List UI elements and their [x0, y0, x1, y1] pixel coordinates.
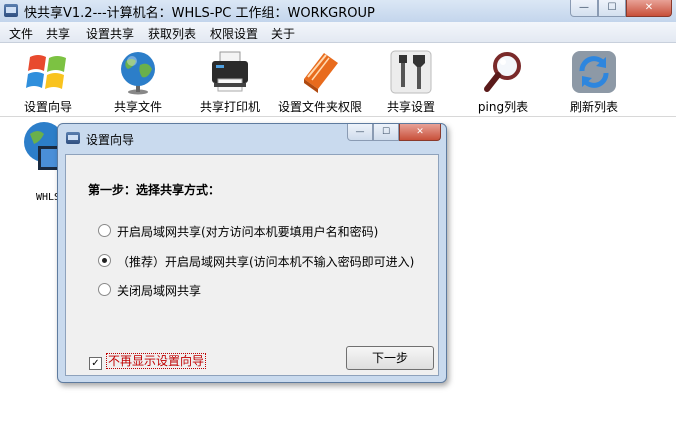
minimize-button[interactable]: —	[570, 0, 598, 17]
menu-about[interactable]: 关于	[271, 25, 295, 42]
option-label: 开启局域网共享(对方访问本机要填用户名和密码)	[117, 225, 379, 239]
dialog-close-button[interactable]: ✕	[399, 124, 441, 141]
menu-bar: 文件 共享 设置共享 获取列表 权限设置 关于	[0, 22, 676, 43]
menu-file[interactable]: 文件	[9, 25, 33, 42]
toolbar-label: 设置向导	[23, 100, 72, 114]
share-files-button[interactable]: 共享文件	[98, 47, 178, 114]
magnifier-icon	[484, 52, 521, 92]
menu-share[interactable]: 共享	[46, 25, 70, 42]
menu-permissions[interactable]: 权限设置	[210, 25, 258, 42]
option-disable-share[interactable]: 关闭局域网共享	[98, 282, 201, 299]
globe-icon	[121, 52, 155, 95]
window-controls: — ☐ ✕	[570, 0, 672, 18]
share-printer-button[interactable]: 共享打印机	[190, 47, 270, 114]
windows-logo-icon	[26, 55, 66, 89]
option-share-no-password[interactable]: （推荐）开启局域网共享(访问本机不输入密码即可进入)	[98, 253, 414, 270]
close-button[interactable]: ✕	[626, 0, 672, 17]
share-settings-button[interactable]: 共享设置	[371, 47, 451, 114]
printer-icon	[212, 51, 248, 92]
window-title: 快共享V1.2---计算机名：WHLS-PC 工作组：WORKGROUP	[24, 6, 375, 21]
dont-show-again-row[interactable]: ✓ 不再显示设置向导	[89, 352, 207, 370]
radio-button[interactable]	[98, 283, 111, 296]
toolbar-label: 共享设置	[386, 100, 435, 114]
step-title: 第一步：选择共享方式：	[88, 183, 221, 197]
ping-list-button[interactable]: ping列表	[463, 47, 543, 114]
dialog-icon	[66, 132, 80, 144]
dont-show-again-label: 不再显示设置向导	[106, 353, 207, 369]
app-icon	[4, 4, 18, 17]
book-icon	[304, 53, 338, 93]
maximize-button[interactable]: ☐	[598, 0, 626, 17]
refresh-list-button[interactable]: 刷新列表	[554, 47, 634, 114]
setup-wizard-dialog: 设置向导 — ☐ ✕ 第一步：选择共享方式： 开启局域网共享(对方访问本机要填用…	[57, 123, 447, 383]
radio-button-selected[interactable]	[98, 254, 111, 267]
toolbar: 设置向导 共享文件 共享打印机 设置文件夹权限 共享设置 ping列表 刷新列表	[0, 43, 676, 117]
toolbar-label: 共享打印机	[199, 100, 260, 114]
dialog-controls: — ☐ ✕	[347, 124, 441, 141]
option-share-with-password[interactable]: 开启局域网共享(对方访问本机要填用户名和密码)	[98, 223, 378, 240]
dialog-maximize-button[interactable]: ☐	[373, 124, 399, 141]
option-label: （推荐）开启局域网共享(访问本机不输入密码即可进入)	[117, 255, 415, 269]
title-bar: 快共享V1.2---计算机名：WHLS-PC 工作组：WORKGROUP — ☐…	[0, 0, 676, 22]
tools-icon	[390, 50, 432, 94]
menu-get-list[interactable]: 获取列表	[148, 25, 196, 42]
toolbar-label: 设置文件夹权限	[277, 100, 362, 114]
menu-set-share[interactable]: 设置共享	[86, 25, 134, 42]
folder-permissions-button[interactable]: 设置文件夹权限	[278, 47, 362, 114]
toolbar-label: 共享文件	[113, 100, 162, 114]
toolbar-label: 刷新列表	[569, 100, 618, 114]
option-label: 关闭局域网共享	[117, 284, 202, 298]
toolbar-label: ping列表	[477, 100, 529, 114]
refresh-icon	[572, 51, 616, 93]
radio-button[interactable]	[98, 224, 111, 237]
next-step-button[interactable]: 下一步	[346, 346, 434, 370]
dialog-minimize-button[interactable]: —	[347, 124, 373, 141]
dialog-title: 设置向导	[86, 133, 135, 147]
setup-wizard-button[interactable]: 设置向导	[8, 47, 88, 114]
dialog-body: 第一步：选择共享方式： 开启局域网共享(对方访问本机要填用户名和密码) （推荐）…	[65, 154, 439, 376]
dont-show-again-checkbox[interactable]: ✓	[89, 357, 102, 370]
